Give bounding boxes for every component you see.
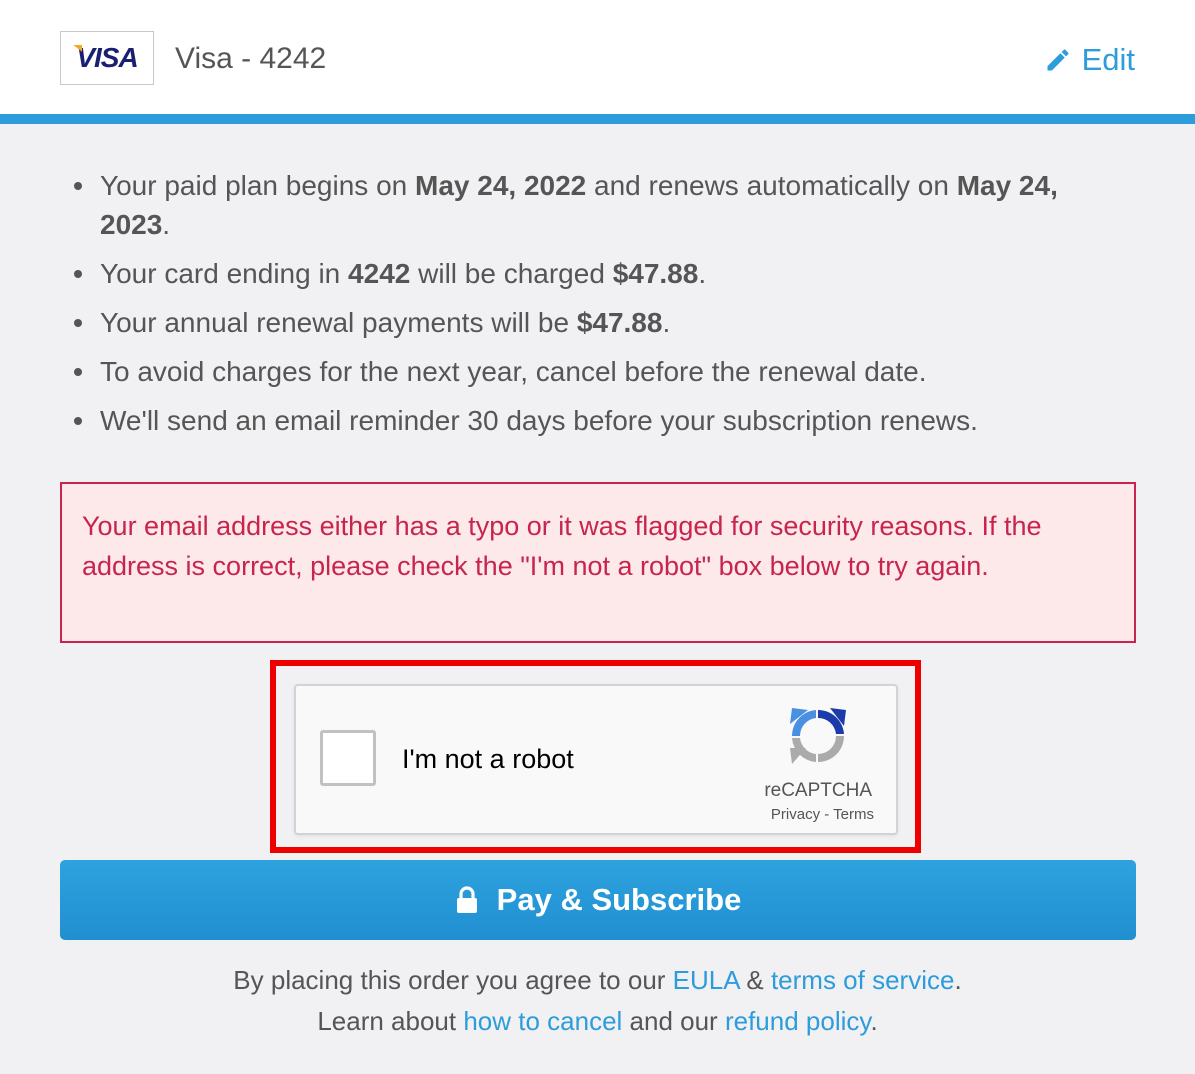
list-item: We'll send an email reminder 30 days bef…	[60, 401, 1135, 440]
edit-label: Edit	[1081, 42, 1135, 77]
footer-line-agreement: By placing this order you agree to our E…	[233, 965, 962, 995]
eula-link[interactable]: EULA	[673, 965, 740, 995]
privacy-link[interactable]: Privacy	[771, 806, 820, 823]
email-error-alert: Your email address either has a typo or …	[60, 482, 1136, 643]
list-item: To avoid charges for the next year, canc…	[60, 352, 1135, 391]
edit-payment-link[interactable]: Edit	[1044, 42, 1135, 78]
recaptcha-links: Privacy - Terms	[771, 806, 874, 823]
legal-footer: By placing this order you agree to our E…	[0, 960, 1195, 1042]
terms-link[interactable]: Terms	[833, 806, 874, 823]
footer-line-learn: Learn about how to cancel and our refund…	[317, 1006, 878, 1036]
captcha-label: I'm not a robot	[402, 744, 574, 774]
captcha-checkbox[interactable]	[320, 730, 376, 786]
recaptcha-brand: reCAPTCHA	[764, 780, 872, 801]
payment-method-header: VISA Visa - 4242 Edit	[0, 0, 1195, 124]
pencil-icon	[1047, 49, 1069, 71]
list-item: Your annual renewal payments will be $47…	[60, 303, 1135, 342]
pay-button-label: Pay & Subscribe	[496, 882, 742, 917]
recaptcha-icon	[790, 708, 846, 764]
card-label: Visa - 4242	[175, 42, 327, 75]
how-to-cancel-link[interactable]: how to cancel	[463, 1006, 622, 1036]
list-item: Your card ending in 4242 will be charged…	[60, 254, 1135, 293]
list-item: Your paid plan begins on May 24, 2022 an…	[60, 166, 1135, 244]
pay-subscribe-button[interactable]: Pay & Subscribe	[60, 860, 1136, 940]
link-separator: -	[820, 806, 834, 823]
visa-brand-text: VISA	[76, 42, 138, 73]
refund-policy-link[interactable]: refund policy	[725, 1006, 871, 1036]
subscription-terms-list: Your paid plan begins on May 24, 2022 an…	[60, 166, 1135, 450]
recaptcha-widget: I'm not a robot reCAPTCHA Privacy - Term…	[294, 684, 898, 835]
visa-logo: VISA	[60, 31, 154, 85]
terms-of-service-link[interactable]: terms of service	[771, 965, 955, 995]
lock-icon	[456, 886, 477, 913]
